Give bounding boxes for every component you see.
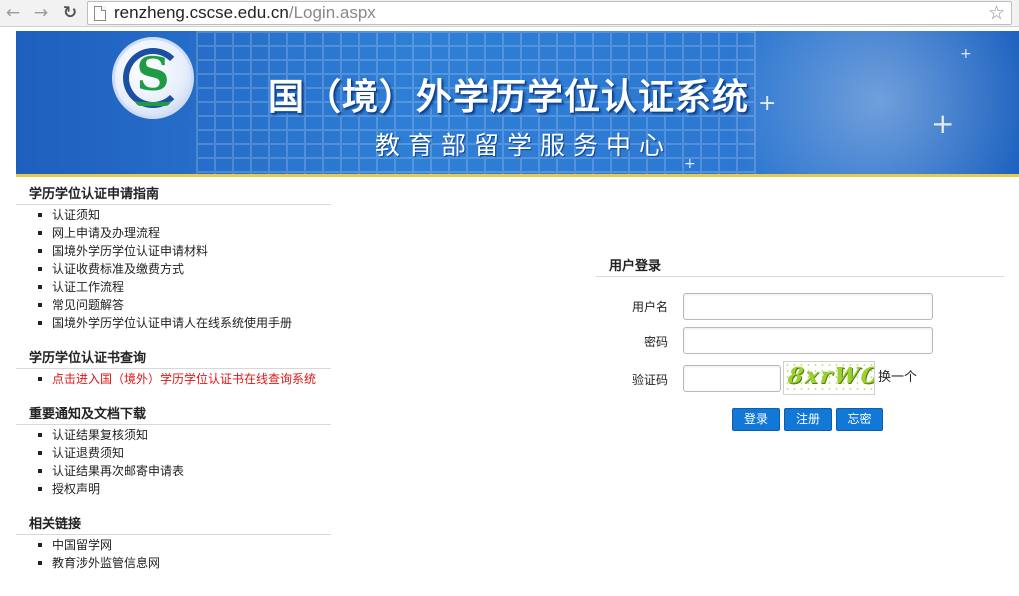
logo-letter: S: [136, 47, 170, 101]
browser-toolbar: ← → ↻ renzheng.cscse.edu.cn/Login.aspx ☆: [0, 0, 1019, 27]
cscse-logo: S: [112, 37, 194, 119]
page-icon: [94, 6, 106, 21]
url-host: renzheng.cscse.edu.cn: [114, 3, 289, 22]
logo-book-icon: [135, 100, 171, 106]
forward-arrow-icon[interactable]: →: [31, 3, 51, 23]
username-label: 用户名: [631, 300, 668, 314]
notice-link[interactable]: 认证退费须知: [52, 446, 124, 460]
banner-title: 国（境）外学历学位认证系统: [268, 76, 750, 118]
url-text: renzheng.cscse.edu.cn/Login.aspx: [114, 3, 376, 23]
list-item[interactable]: 认证退费须知: [16, 444, 331, 462]
section-title: 学历学位认证申请指南: [16, 186, 331, 205]
login-title: 用户登录: [596, 258, 1004, 277]
section-title: 相关链接: [16, 516, 331, 535]
list-item[interactable]: 中国留学网: [16, 536, 331, 554]
sparkle-icon: +: [931, 107, 955, 140]
url-path: /Login.aspx: [288, 3, 376, 22]
register-button[interactable]: 注册: [784, 408, 832, 431]
guide-link[interactable]: 网上申请及办理流程: [52, 226, 160, 240]
notice-link[interactable]: 认证结果复核须知: [52, 428, 148, 442]
links-list: 中国留学网 教育涉外监管信息网: [16, 536, 331, 572]
forgot-password-button[interactable]: 忘密: [836, 408, 883, 431]
notices-section: 重要通知及文档下载 认证结果复核须知 认证退费须知 认证结果再次邮寄申请表 授权…: [16, 406, 331, 498]
captcha-input[interactable]: [683, 365, 781, 392]
captcha-image-text: 8xrWOC: [786, 363, 875, 389]
banner-subtitle: 教育部留学服务中心: [375, 131, 673, 160]
list-item[interactable]: 认证须知: [16, 206, 331, 224]
section-title: 学历学位认证书查询: [16, 350, 331, 369]
list-item[interactable]: 认证结果再次邮寄申请表: [16, 462, 331, 480]
back-arrow-icon[interactable]: ←: [3, 3, 23, 23]
guide-link[interactable]: 认证工作流程: [52, 280, 124, 294]
captcha-image[interactable]: 8xrWOC: [783, 361, 875, 395]
change-captcha-link[interactable]: 换一个: [878, 369, 917, 387]
section-title: 重要通知及文档下载: [16, 406, 331, 425]
list-item[interactable]: 国境外学历学位认证申请人在线系统使用手册: [16, 314, 331, 332]
password-input[interactable]: [683, 327, 933, 354]
list-item[interactable]: 授权声明: [16, 480, 331, 498]
username-input[interactable]: [683, 293, 933, 320]
list-item[interactable]: 网上申请及办理流程: [16, 224, 331, 242]
query-system-link[interactable]: 点击进入国（境外）学历学位认证书在线查询系统: [52, 372, 316, 386]
list-item[interactable]: 认证工作流程: [16, 278, 331, 296]
guide-section: 学历学位认证申请指南 认证须知 网上申请及办理流程 国境外学历学位认证申请材料 …: [16, 186, 331, 332]
login-button[interactable]: 登录: [732, 408, 780, 431]
related-link[interactable]: 教育涉外监管信息网: [52, 556, 160, 570]
sparkle-icon: +: [758, 91, 777, 116]
query-section: 学历学位认证书查询 点击进入国（境外）学历学位认证书在线查询系统: [16, 350, 331, 388]
sparkle-icon: +: [960, 46, 972, 62]
password-label: 密码: [643, 335, 668, 349]
notice-link[interactable]: 认证结果再次邮寄申请表: [52, 464, 184, 478]
sparkle-icon: +: [684, 156, 696, 172]
notice-link[interactable]: 授权声明: [52, 482, 100, 496]
list-item[interactable]: 认证收费标准及缴费方式: [16, 260, 331, 278]
list-item[interactable]: 认证结果复核须知: [16, 426, 331, 444]
address-bar[interactable]: renzheng.cscse.edu.cn/Login.aspx ☆: [87, 1, 1012, 25]
notices-list: 认证结果复核须知 认证退费须知 认证结果再次邮寄申请表 授权声明: [16, 426, 331, 498]
links-section: 相关链接 中国留学网 教育涉外监管信息网: [16, 516, 331, 572]
reload-icon[interactable]: ↻: [60, 3, 80, 23]
query-list: 点击进入国（境外）学历学位认证书在线查询系统: [16, 370, 331, 388]
list-item[interactable]: 常见问题解答: [16, 296, 331, 314]
star-icon[interactable]: ☆: [988, 2, 1005, 24]
guide-link[interactable]: 国境外学历学位认证申请材料: [52, 244, 208, 258]
related-link[interactable]: 中国留学网: [52, 538, 112, 552]
guide-link[interactable]: 国境外学历学位认证申请人在线系统使用手册: [52, 316, 292, 330]
list-item[interactable]: 国境外学历学位认证申请材料: [16, 242, 331, 260]
banner-accent-line: [16, 174, 1019, 177]
guide-link[interactable]: 认证收费标准及缴费方式: [52, 262, 184, 276]
list-item[interactable]: 点击进入国（境外）学历学位认证书在线查询系统: [16, 370, 331, 388]
guide-list: 认证须知 网上申请及办理流程 国境外学历学位认证申请材料 认证收费标准及缴费方式…: [16, 206, 331, 332]
guide-link[interactable]: 常见问题解答: [52, 298, 124, 312]
captcha-label: 验证码: [631, 373, 668, 387]
guide-link[interactable]: 认证须知: [52, 208, 100, 222]
list-item[interactable]: 教育涉外监管信息网: [16, 554, 331, 572]
